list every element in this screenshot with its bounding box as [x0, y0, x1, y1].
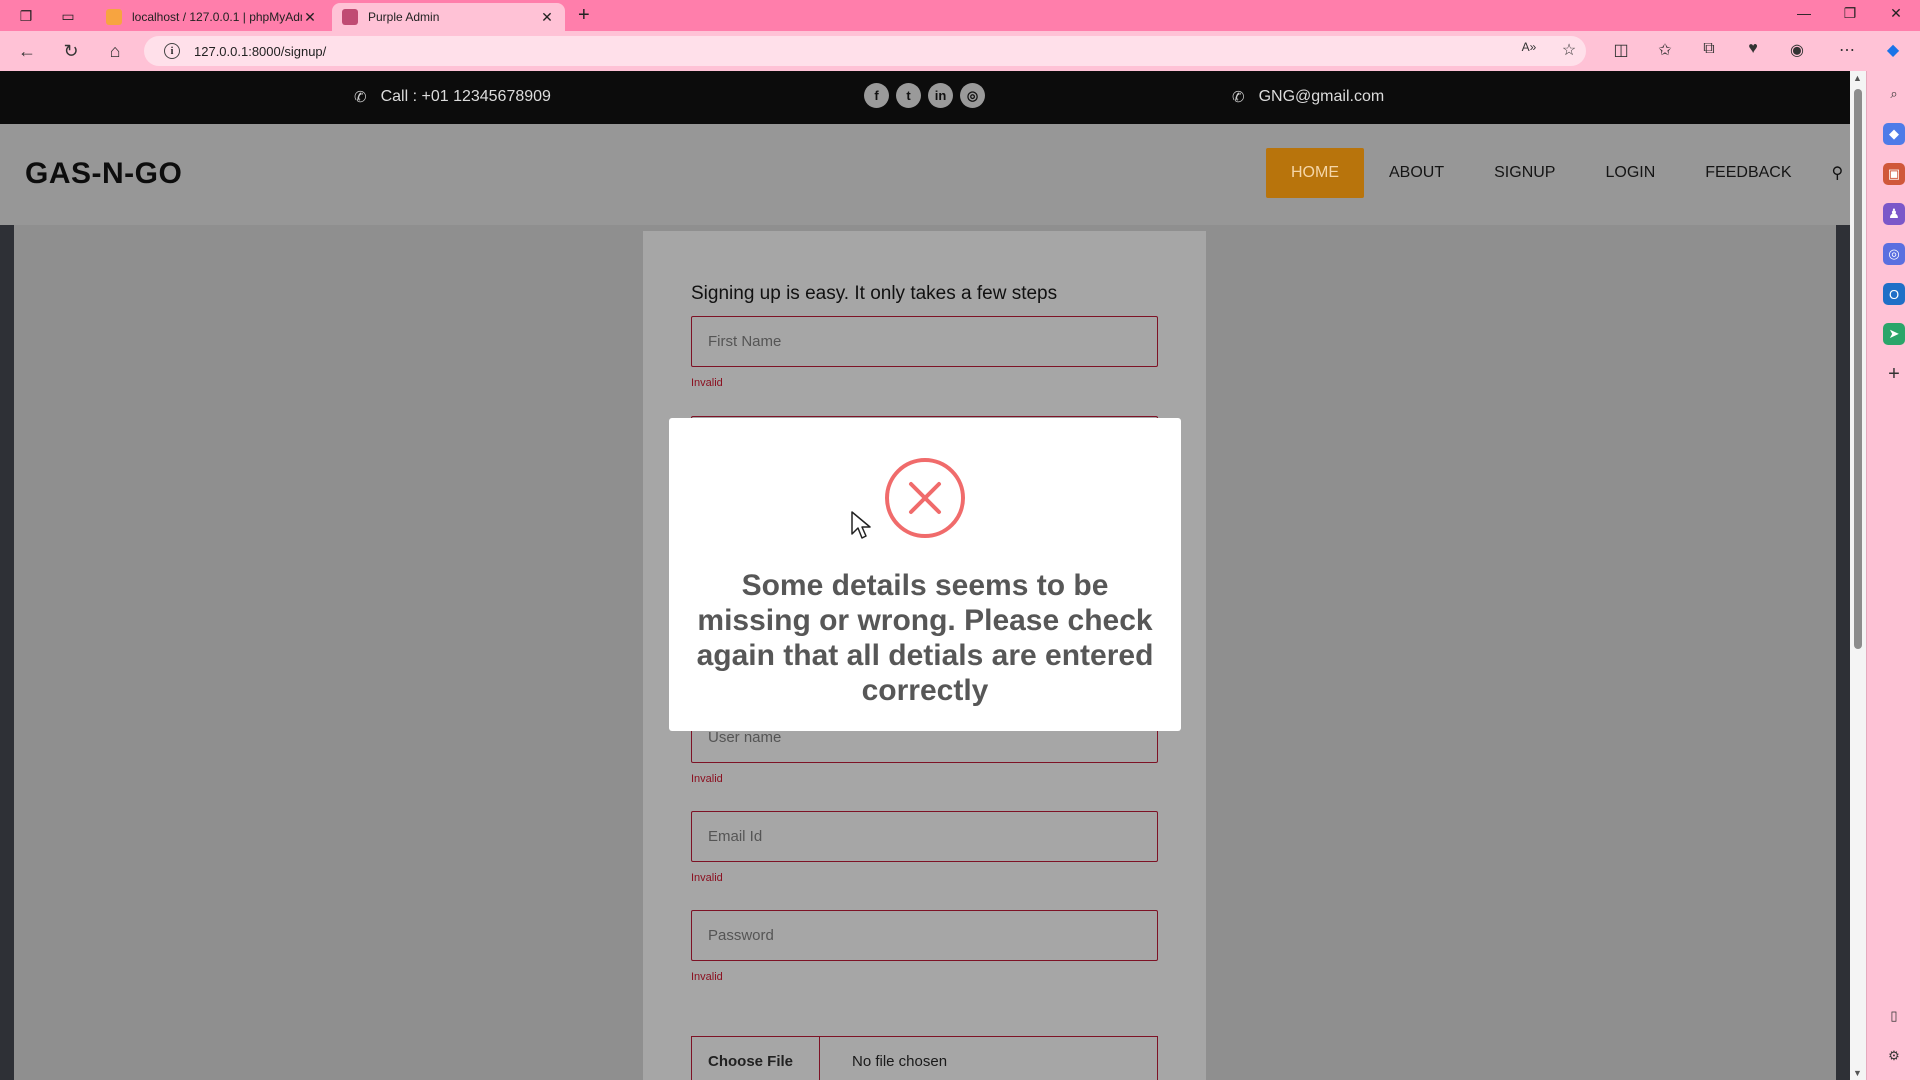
restore-icon[interactable]: ❐: [1840, 5, 1860, 22]
favorite-star-icon[interactable]: ☆: [1558, 40, 1580, 60]
browser-tab-bar: ❐ ▭ localhost / 127.0.0.1 | phpMyAdm ✕ P…: [0, 0, 1920, 31]
username-invalid: Invalid: [691, 773, 723, 785]
phone-icon: ✆: [1232, 89, 1245, 106]
email-field[interactable]: Email Id: [691, 811, 1158, 862]
password-invalid: Invalid: [691, 971, 723, 983]
page-scrollbar[interactable]: ▲ ▼: [1850, 71, 1866, 1080]
choose-file-button[interactable]: Choose File: [692, 1037, 820, 1080]
url-text: 127.0.0.1:8000/signup/: [194, 43, 327, 59]
error-modal: Some details seems to be missing or wron…: [669, 418, 1181, 731]
social-links: f t in ◎: [864, 83, 985, 108]
background-image-left: [0, 225, 14, 1080]
home-icon[interactable]: ⌂: [104, 40, 126, 62]
add-sidebar-icon[interactable]: +: [1883, 363, 1905, 385]
tab-purple-admin[interactable]: Purple Admin ✕: [332, 3, 565, 31]
favorites-icon[interactable]: ✩: [1654, 40, 1676, 60]
scrollbar-thumb[interactable]: [1854, 89, 1862, 649]
phone-icon: ✆: [354, 89, 367, 106]
password-field[interactable]: Password: [691, 910, 1158, 961]
split-screen-icon[interactable]: ◫: [1610, 40, 1632, 60]
first-name-field[interactable]: First Name: [691, 316, 1158, 367]
site-logo[interactable]: GAS-N-GO: [25, 157, 182, 191]
settings-gear-icon[interactable]: ⚙: [1883, 1045, 1905, 1067]
twitter-icon[interactable]: t: [896, 83, 921, 108]
send-icon[interactable]: ➤: [1883, 323, 1905, 345]
minimize-icon[interactable]: —: [1794, 5, 1814, 21]
edge-sidebar: ⌕ ◆ ▣ ♟ ◎ O ➤ + ▯ ⚙: [1866, 71, 1920, 1080]
nav-feedback[interactable]: FEEDBACK: [1680, 148, 1816, 198]
url-field[interactable]: i 127.0.0.1:8000/signup/: [144, 36, 1586, 66]
contact-email: ✆ GNG@gmail.com: [1232, 88, 1384, 106]
nav-home[interactable]: HOME: [1266, 148, 1364, 198]
scroll-up-icon[interactable]: ▲: [1853, 73, 1862, 83]
extensions-icon[interactable]: ♥: [1742, 40, 1764, 58]
more-menu-icon[interactable]: ⋯: [1836, 40, 1858, 60]
site-header: GAS-N-GO HOME ABOUT SIGNUP LOGIN FEEDBAC…: [0, 124, 1850, 225]
collections-icon[interactable]: ⧉: [1698, 40, 1720, 58]
contact-top-bar: ✆ Call : +01 12345678909 f t in ◎ ✆ GNG@…: [0, 71, 1850, 124]
error-message: Some details seems to be missing or wron…: [696, 569, 1154, 707]
email-invalid: Invalid: [691, 872, 723, 884]
nav-about[interactable]: ABOUT: [1364, 148, 1469, 198]
no-file-label: No file chosen: [852, 1052, 948, 1070]
instagram-icon[interactable]: ◎: [960, 83, 985, 108]
microsoft-365-icon[interactable]: ◎: [1883, 243, 1905, 265]
back-icon[interactable]: ←: [16, 40, 38, 62]
tools-briefcase-icon[interactable]: ▣: [1883, 163, 1905, 185]
close-tab-icon[interactable]: ✕: [302, 9, 318, 26]
close-window-icon[interactable]: ✕: [1886, 5, 1906, 22]
form-title: Signing up is easy. It only takes a few …: [691, 283, 1058, 304]
new-tab-icon[interactable]: +: [578, 4, 590, 27]
tab-actions-icon[interactable]: ▭: [58, 6, 78, 26]
phpmyadmin-favicon-icon: [106, 9, 122, 25]
search-icon[interactable]: ⚲: [1832, 163, 1844, 183]
tab-phpmyadmin[interactable]: localhost / 127.0.0.1 | phpMyAdm ✕: [96, 3, 328, 31]
search-icon[interactable]: ⌕: [1883, 83, 1905, 105]
error-x-icon: [885, 458, 965, 538]
profile-icon[interactable]: ◉: [1786, 40, 1808, 60]
close-tab-icon[interactable]: ✕: [539, 9, 555, 26]
file-upload-field[interactable]: Choose File No file chosen: [691, 1036, 1158, 1080]
purple-admin-favicon-icon: [342, 9, 358, 25]
shopping-tag-icon[interactable]: ◆: [1883, 123, 1905, 145]
first-name-invalid: Invalid: [691, 377, 723, 389]
nav-login[interactable]: LOGIN: [1580, 148, 1680, 198]
linkedin-icon[interactable]: in: [928, 83, 953, 108]
background-image-right: [1836, 225, 1850, 1080]
copilot-icon[interactable]: ◆: [1882, 40, 1904, 60]
phone-text: Call : +01 12345678909: [380, 88, 551, 105]
workspaces-icon[interactable]: ❐: [16, 6, 36, 26]
read-aloud-icon[interactable]: A»: [1518, 40, 1540, 54]
tab-title: Purple Admin: [368, 10, 440, 24]
sidebar-toggle-icon[interactable]: ▯: [1883, 1005, 1905, 1027]
mouse-cursor-icon: [851, 511, 871, 539]
outlook-icon[interactable]: O: [1883, 283, 1905, 305]
email-text: GNG@gmail.com: [1258, 88, 1385, 105]
address-bar-row: ← ↻ ⌂ i 127.0.0.1:8000/signup/ A» ☆ ◫ ✩ …: [0, 31, 1920, 71]
main-nav: HOME ABOUT SIGNUP LOGIN FEEDBACK ⚲: [1266, 148, 1843, 198]
scroll-down-icon[interactable]: ▼: [1853, 1068, 1862, 1078]
nav-signup[interactable]: SIGNUP: [1469, 148, 1580, 198]
refresh-icon[interactable]: ↻: [60, 40, 82, 62]
contact-phone: ✆ Call : +01 12345678909: [354, 88, 551, 106]
games-icon[interactable]: ♟: [1883, 203, 1905, 225]
facebook-icon[interactable]: f: [864, 83, 889, 108]
site-info-icon[interactable]: i: [164, 43, 180, 59]
tab-title: localhost / 127.0.0.1 | phpMyAdm: [132, 10, 302, 24]
